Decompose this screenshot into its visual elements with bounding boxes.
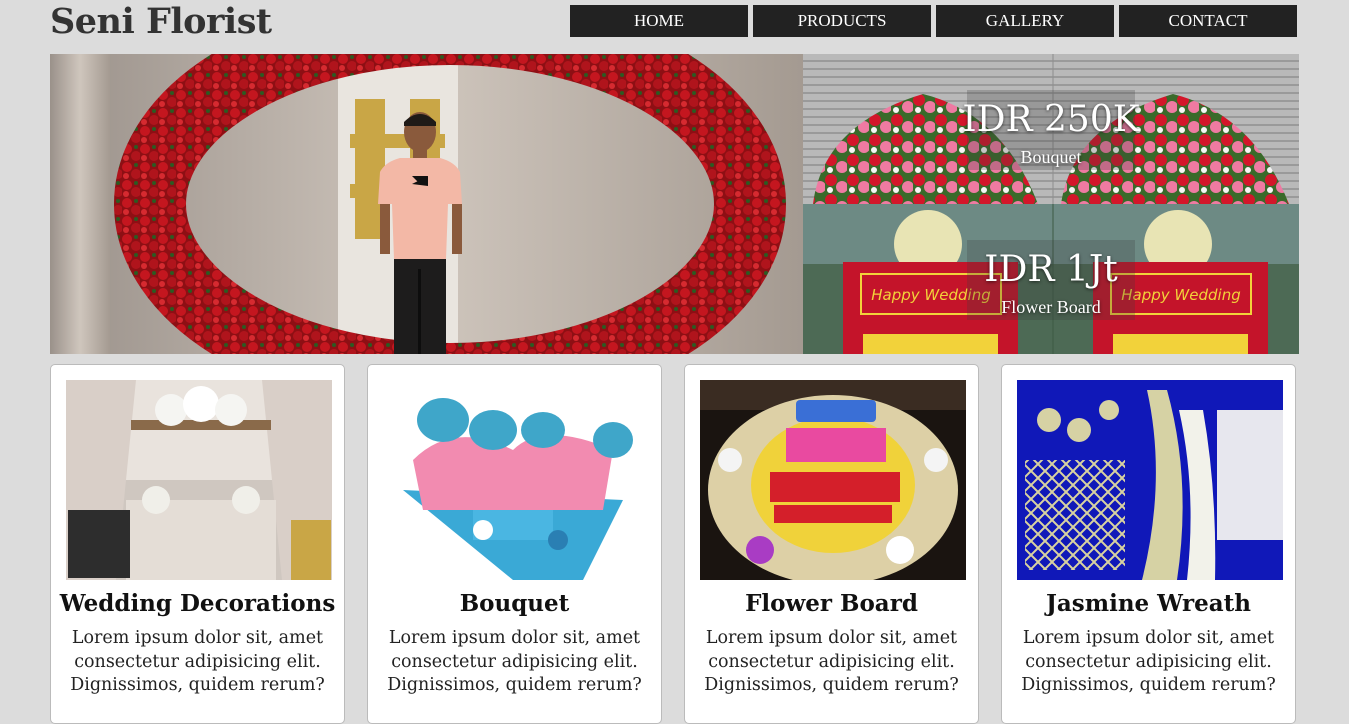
main-nav: HOME PRODUCTS GALLERY CONTACT bbox=[570, 5, 1297, 37]
hero-image bbox=[50, 54, 803, 354]
card-image bbox=[700, 380, 966, 580]
brand-logo[interactable]: Seni Florist bbox=[50, 0, 272, 44]
promo-price: IDR 250K bbox=[962, 99, 1140, 140]
promo-price: IDR 1Jt bbox=[984, 249, 1118, 290]
card-flower-board[interactable]: Flower Board Lorem ipsum dolor sit, amet… bbox=[684, 364, 979, 724]
nav-gallery[interactable]: GALLERY bbox=[936, 5, 1114, 37]
product-cards: Wedding Decorations Lorem ipsum dolor si… bbox=[50, 364, 1300, 724]
card-title: Jasmine Wreath bbox=[1046, 590, 1251, 617]
card-description: Lorem ipsum dolor sit, amet consectetur … bbox=[704, 628, 959, 695]
promo-caption: Flower Board bbox=[1001, 297, 1101, 317]
nav-products[interactable]: PRODUCTS bbox=[753, 5, 931, 37]
site-header: Seni Florist HOME PRODUCTS GALLERY CONTA… bbox=[0, 0, 1349, 46]
card-jasmine-wreath[interactable]: Jasmine Wreath Lorem ipsum dolor sit, am… bbox=[1001, 364, 1296, 724]
wedding-hall-photo bbox=[66, 380, 332, 580]
card-wedding-decorations[interactable]: Wedding Decorations Lorem ipsum dolor si… bbox=[50, 364, 345, 724]
congratulation-board-photo bbox=[700, 380, 966, 580]
card-description: Lorem ipsum dolor sit, amet consectetur … bbox=[70, 628, 325, 695]
rose-arch-photo bbox=[50, 54, 803, 354]
nav-home[interactable]: HOME bbox=[570, 5, 748, 37]
doll-bouquet-photo bbox=[383, 380, 649, 580]
promo-caption: Bouquet bbox=[1020, 147, 1082, 167]
card-title: Wedding Decorations bbox=[59, 590, 336, 617]
promo-bouquet[interactable]: IDR 250K Bouquet bbox=[803, 54, 1299, 204]
card-title: Flower Board bbox=[745, 590, 918, 617]
jasmine-garland-photo bbox=[1017, 380, 1283, 580]
card-description: Lorem ipsum dolor sit, amet consectetur … bbox=[387, 628, 642, 695]
card-image bbox=[1017, 380, 1283, 580]
promo-flower-board[interactable]: Happy Wedding Happy Wedding IDR 1Jt Flow… bbox=[803, 204, 1299, 354]
card-title: Bouquet bbox=[459, 590, 570, 617]
promo-column: IDR 250K Bouquet Happy Wedding Happy Wed… bbox=[803, 54, 1299, 354]
card-description: Lorem ipsum dolor sit, amet consectetur … bbox=[1021, 628, 1276, 695]
card-bouquet[interactable]: Bouquet Lorem ipsum dolor sit, amet cons… bbox=[367, 364, 662, 724]
card-image bbox=[383, 380, 649, 580]
card-image bbox=[66, 380, 332, 580]
nav-contact[interactable]: CONTACT bbox=[1119, 5, 1297, 37]
